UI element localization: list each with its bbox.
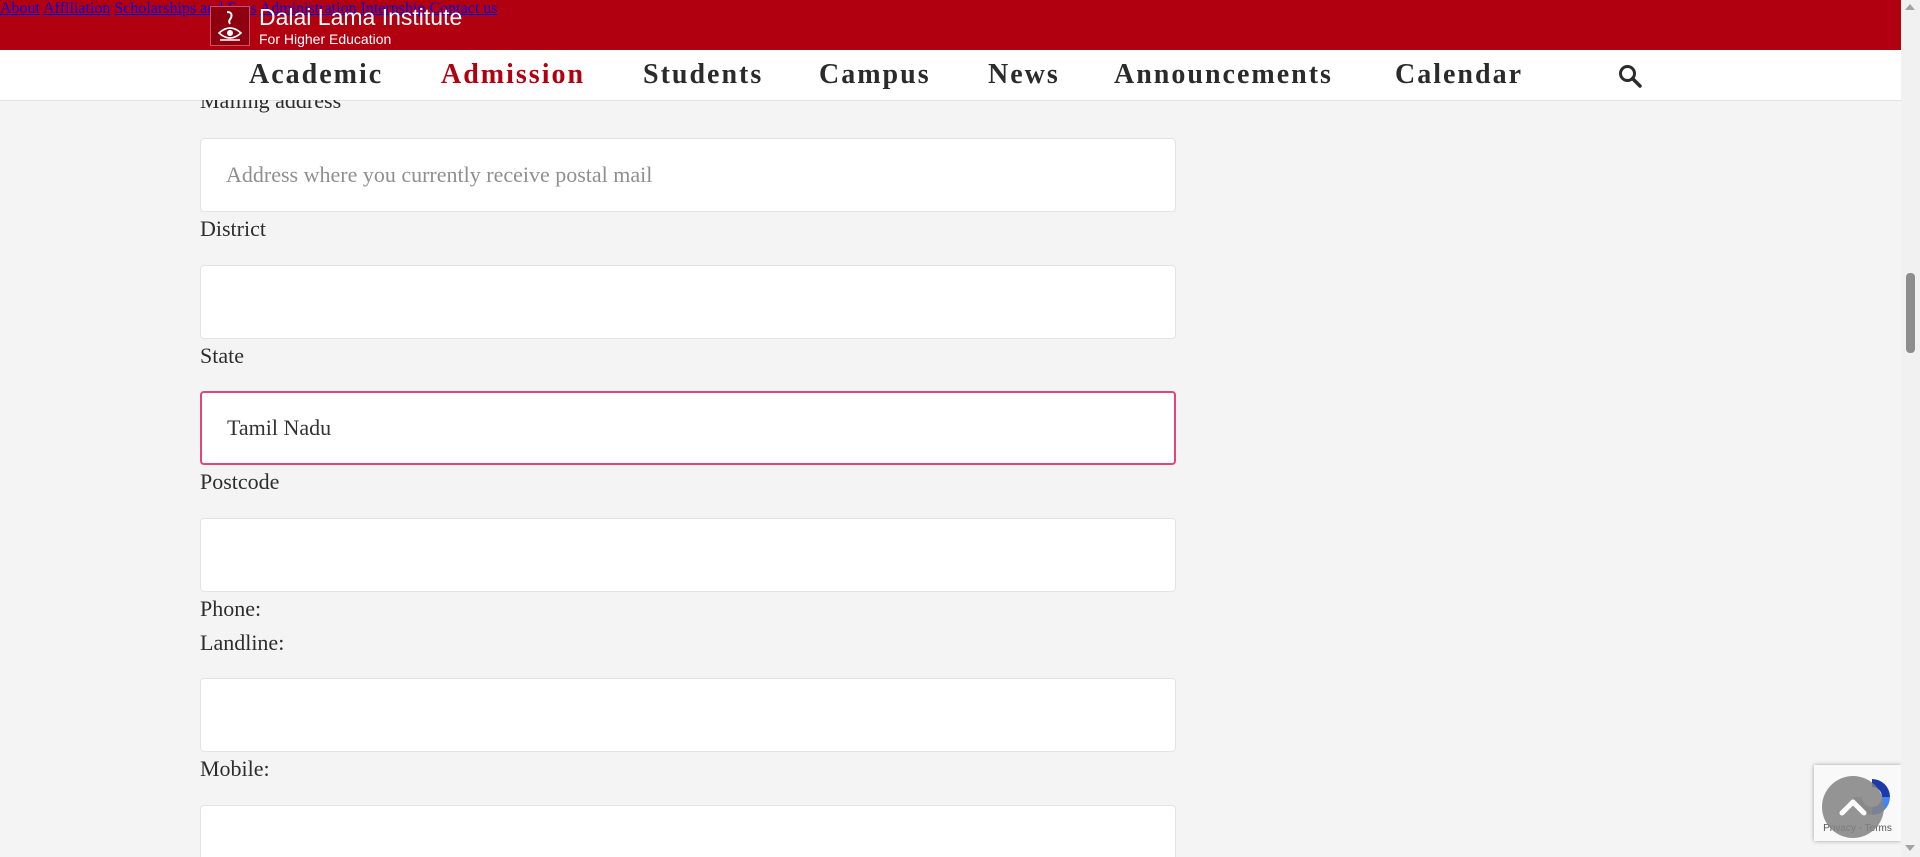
chevron-up-icon <box>1839 799 1867 816</box>
district-input[interactable] <box>200 265 1176 339</box>
mailing-address-input[interactable] <box>200 138 1176 212</box>
postcode-input[interactable] <box>200 518 1176 592</box>
brand-subtitle: For Higher Education <box>259 31 392 47</box>
brand-title: Dalai Lama Institute <box>259 4 463 30</box>
state-label: State <box>200 343 244 368</box>
landline-label: Landline: <box>200 630 285 655</box>
landline-input[interactable] <box>200 678 1176 752</box>
scroll-up-arrow-icon[interactable] <box>1905 4 1915 10</box>
scrollbar-thumb[interactable] <box>1906 273 1915 353</box>
mobile-label: Mobile: <box>200 756 270 781</box>
scroll-down-arrow-icon[interactable] <box>1905 845 1915 851</box>
main-nav-announcements[interactable]: Announcements <box>1114 59 1333 91</box>
phone-label: Phone: <box>200 596 262 621</box>
main-nav-admission[interactable]: Admission <box>441 59 585 91</box>
top-nav-affiliation[interactable]: Affiliation <box>43 0 110 17</box>
vertical-scrollbar[interactable] <box>1901 0 1920 857</box>
main-nav-news[interactable]: News <box>988 59 1060 91</box>
site-logo[interactable]: Dalai Lama Institute For Higher Educatio… <box>210 5 462 47</box>
main-nav-academic[interactable]: Academic <box>249 59 383 91</box>
main-nav-campus[interactable]: Campus <box>819 59 931 91</box>
state-input[interactable] <box>200 391 1176 465</box>
main-nav-calendar[interactable]: Calendar <box>1395 59 1523 91</box>
mobile-input[interactable] <box>200 805 1176 857</box>
main-nav: Academic Admission Students Campus News … <box>0 50 1901 101</box>
search-icon[interactable] <box>1617 63 1643 89</box>
institute-emblem-icon <box>210 6 250 46</box>
postcode-label: Postcode <box>200 469 280 494</box>
top-header: Dalai Lama Institute For Higher Educatio… <box>0 0 1901 50</box>
top-nav-about[interactable]: About <box>0 0 40 17</box>
page: Dalai Lama Institute For Higher Educatio… <box>0 0 1920 857</box>
back-to-top-button[interactable] <box>1822 776 1884 838</box>
main-nav-students[interactable]: Students <box>643 59 763 91</box>
district-label: District <box>200 216 266 241</box>
